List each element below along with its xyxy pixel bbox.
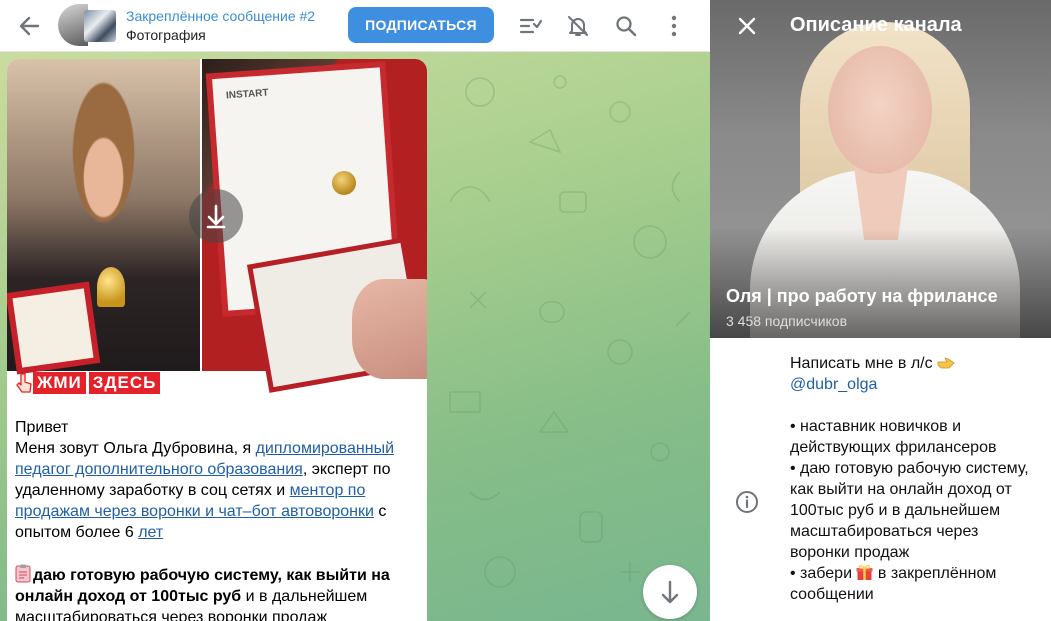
desc-contact-text: Написать мне в л/с xyxy=(790,355,933,372)
gift-icon xyxy=(856,565,873,580)
click-here-banner[interactable]: ЖМИ ЗДЕСЬ xyxy=(15,372,161,394)
poll-icon xyxy=(519,18,543,34)
search-icon xyxy=(616,16,637,37)
scroll-down-button[interactable] xyxy=(643,565,697,619)
pinned-message-title[interactable]: Закреплённое сообщение #2 xyxy=(126,8,315,24)
channel-post: INSTART ЖМИ ЗДЕСЬ Привет Меня зовут Ольга… xyxy=(7,59,427,621)
close-icon xyxy=(738,17,756,35)
pointing-right-icon xyxy=(937,357,955,369)
banner-word-2: ЗДЕСЬ xyxy=(88,372,161,394)
pointing-hand-icon xyxy=(16,373,32,393)
back-arrow-icon xyxy=(19,16,40,36)
pinned-message-subtitle[interactable]: Фотография xyxy=(126,27,206,43)
poll-button[interactable] xyxy=(517,13,543,39)
desc-bullet-2: • даю готовую рабочую систему, как выйти… xyxy=(790,460,1029,561)
subscribe-button[interactable]: ПОДПИСАТЬСЯ xyxy=(348,7,494,43)
chat-area: Закреплённое сообщение #2 Фотография ПОД… xyxy=(0,0,710,621)
close-panel-button[interactable] xyxy=(734,13,760,39)
panel-title: Описание канала xyxy=(790,14,962,36)
channel-description: Написать мне в л/с @dubr_olga • наставни… xyxy=(790,353,1040,605)
intro-text: Меня зовут Ольга Дубровина, я xyxy=(15,440,256,457)
more-vertical-icon xyxy=(671,15,677,37)
download-icon xyxy=(206,204,226,229)
chat-header: Закреплённое сообщение #2 Фотография ПОД… xyxy=(0,0,710,52)
username-link[interactable]: @dubr_olga xyxy=(790,376,877,393)
greeting: Привет xyxy=(15,419,69,436)
arrow-down-icon xyxy=(661,580,679,604)
channel-info-panel: Описание канала Оля | про работу на фрил… xyxy=(710,0,1051,621)
channel-name: Оля | про работу на фрилансе xyxy=(726,286,998,306)
clipboard-icon xyxy=(15,564,31,583)
link-years[interactable]: лет xyxy=(138,524,163,541)
pinned-message-thumbnail[interactable] xyxy=(58,4,118,46)
desc-bullet-1: • наставник новичков и действующих фрила… xyxy=(790,418,997,456)
back-button[interactable] xyxy=(16,13,44,39)
more-button[interactable] xyxy=(661,13,687,39)
info-icon xyxy=(734,489,760,515)
post-photo-1[interactable] xyxy=(7,59,200,375)
mute-button[interactable] xyxy=(565,13,591,39)
desc-bullet-3-start: • забери xyxy=(790,565,857,582)
post-text: Привет Меня зовут Ольга Дубровина, я дип… xyxy=(15,417,415,621)
download-button[interactable] xyxy=(189,189,243,243)
banner-word-1: ЖМИ xyxy=(33,372,86,394)
search-button[interactable] xyxy=(613,13,639,39)
bell-off-icon xyxy=(568,16,588,36)
subscriber-count: 3 458 подписчиков xyxy=(726,313,848,329)
